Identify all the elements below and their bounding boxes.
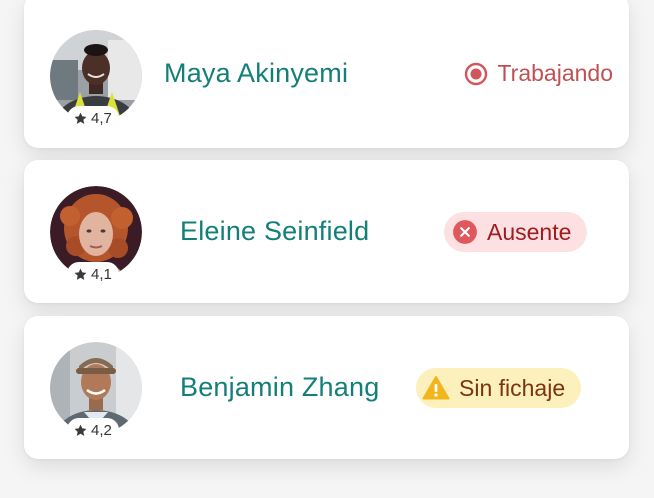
star-icon [74, 424, 87, 436]
rating-badge: 4,1 [67, 262, 119, 286]
avatar: 4,2 [50, 342, 142, 442]
rating-badge: 4,2 [67, 418, 119, 442]
x-circle-icon [453, 220, 477, 244]
employee-name[interactable]: Eleine Seinfield [180, 216, 369, 247]
employee-name[interactable]: Benjamin Zhang [180, 372, 379, 403]
status-badge: Ausente [444, 212, 588, 252]
employee-list: 4,7 Maya Akinyemi Trabajando 4,1 Eleine … [0, 0, 654, 498]
status-label: Trabajando [497, 60, 613, 86]
warning-triangle-icon [422, 376, 450, 400]
employee-card[interactable]: 4,2 Benjamin Zhang Sin fichaje [24, 316, 629, 459]
status-badge: Sin fichaje [416, 368, 582, 408]
employee-card[interactable]: 4,7 Maya Akinyemi Trabajando [24, 0, 629, 148]
rating-value: 4,7 [91, 109, 112, 127]
star-icon [74, 268, 87, 280]
employee-name[interactable]: Maya Akinyemi [164, 58, 348, 89]
record-circle-icon [465, 62, 488, 85]
status-badge: Trabajando [464, 60, 613, 87]
rating-value: 4,1 [91, 265, 112, 283]
rating-badge: 4,7 [67, 106, 119, 130]
status-label: Sin fichaje [459, 374, 566, 401]
employee-card[interactable]: 4,1 Eleine Seinfield Ausente [24, 160, 629, 303]
status-label: Ausente [487, 218, 572, 245]
avatar: 4,7 [50, 30, 142, 130]
rating-value: 4,2 [91, 421, 112, 439]
avatar: 4,1 [50, 186, 142, 286]
star-icon [74, 112, 87, 124]
